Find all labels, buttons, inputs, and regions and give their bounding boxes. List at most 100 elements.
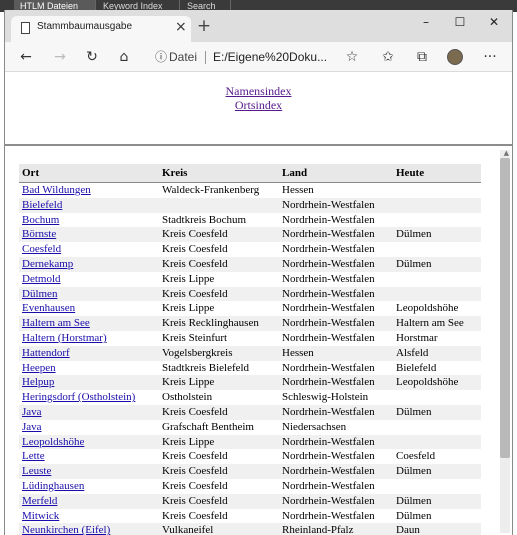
place-link[interactable]: Helpup bbox=[22, 376, 54, 388]
cell-land: Nordrhein-Westfalen bbox=[279, 197, 393, 213]
cell-land: Nordrhein-Westfalen bbox=[282, 509, 375, 522]
place-link[interactable]: Java bbox=[22, 421, 42, 433]
maximize-button[interactable]: ☐ bbox=[445, 12, 475, 32]
places-table-body: Bad Wildungen Waldeck-Frankenberg Hessen Bi… bbox=[19, 183, 481, 535]
cell-ort: Börnste bbox=[19, 227, 159, 243]
place-link[interactable]: Heringsdorf (Ostholstein) bbox=[22, 391, 135, 403]
table-row: Bielefeld Nordrhein-Westfalen bbox=[19, 197, 481, 213]
vertical-scrollbar-thumb[interactable] bbox=[500, 158, 510, 458]
cell-ort: Heepen bbox=[19, 361, 159, 376]
cell-land: Nordrhein-Westfalen bbox=[282, 479, 375, 492]
place-link[interactable]: Dülmen bbox=[22, 288, 57, 300]
cell-kreis: Kreis Recklinghausen bbox=[159, 316, 279, 331]
cell-land: Nordrhein-Westfalen bbox=[282, 213, 375, 226]
cell-land: Nordrhein-Westfalen bbox=[282, 361, 375, 374]
cell-heute bbox=[393, 434, 481, 450]
cell-heute: Dülmen bbox=[396, 509, 432, 522]
column-header-ort: Ort bbox=[19, 164, 159, 183]
cell-land: Hessen bbox=[279, 345, 393, 361]
cell-heute: Dülmen bbox=[393, 227, 481, 243]
cell-ort: Helpup bbox=[19, 375, 159, 391]
table-row: Coesfeld Kreis Coesfeld Nordrhein-Westfale… bbox=[19, 242, 481, 257]
cell-ort: Merfeld bbox=[19, 493, 159, 509]
cell-kreis: Kreis Lippe bbox=[159, 434, 279, 450]
place-link[interactable]: Bielefeld bbox=[22, 199, 62, 211]
cell-heute: Coesfeld bbox=[396, 450, 436, 463]
place-link[interactable]: Lüdinghausen bbox=[22, 480, 84, 492]
cell-land: Nordrhein-Westfalen bbox=[279, 434, 393, 450]
name-index-link[interactable]: Namensindex bbox=[226, 84, 292, 98]
place-link[interactable]: Neunkirchen (Eifel) bbox=[22, 524, 110, 535]
cell-land: Nordrhein-Westfalen bbox=[282, 272, 375, 285]
table-row: Mitwick Kreis Coesfeld Nordrhein-Westfalen… bbox=[19, 509, 481, 524]
table-row: Heringsdorf (Ostholstein) Ostholstein Schl… bbox=[19, 390, 481, 405]
cell-heute bbox=[393, 479, 481, 494]
cell-ort: Bochum bbox=[19, 213, 159, 228]
cell-land: Nordrhein-Westfalen bbox=[282, 331, 375, 344]
table-row: Haltern am See Kreis Recklinghausen Nordrh… bbox=[19, 316, 481, 331]
place-link[interactable]: Leopoldshöhe bbox=[22, 436, 84, 448]
cell-land: Nordrhein-Westfalen bbox=[279, 256, 393, 272]
cell-land: Nordrhein-Westfalen bbox=[279, 316, 393, 331]
minimize-button[interactable]: – bbox=[411, 12, 441, 32]
cell-heute: Horstmar bbox=[396, 331, 438, 344]
cell-kreis: Ostholstein bbox=[162, 391, 213, 404]
cell-land: Nordrhein-Westfalen bbox=[279, 493, 393, 509]
home-icon[interactable]: ⌂ bbox=[113, 46, 135, 68]
place-link[interactable]: Mitwick bbox=[22, 510, 59, 522]
place-link[interactable]: Haltern (Horstmar) bbox=[22, 332, 107, 344]
place-link[interactable]: Bad Wildungen bbox=[22, 184, 91, 196]
column-header-land: Land bbox=[279, 164, 393, 183]
cell-kreis: Kreis Coesfeld bbox=[159, 286, 279, 302]
collections-icon[interactable]: ⧉ bbox=[411, 46, 433, 68]
place-link[interactable]: Evenhausen bbox=[22, 302, 75, 314]
cell-kreis: Kreis Coesfeld bbox=[162, 509, 228, 522]
cell-kreis: Kreis Coesfeld bbox=[159, 464, 279, 479]
new-tab-button[interactable]: + bbox=[195, 17, 213, 35]
profile-avatar[interactable] bbox=[447, 49, 463, 65]
place-link[interactable]: Java bbox=[22, 406, 42, 418]
place-index-link[interactable]: Ortsindex bbox=[235, 98, 282, 112]
scroll-up-icon[interactable]: ▲ bbox=[504, 149, 509, 157]
cell-heute: Daun bbox=[393, 523, 481, 535]
address-bar[interactable]: E:/Eigene%20Doku... bbox=[213, 46, 327, 68]
place-link[interactable]: Börnste bbox=[22, 228, 56, 240]
table-row: Leuste Kreis Coesfeld Nordrhein-Westfalen D… bbox=[19, 464, 481, 479]
forward-icon[interactable]: → bbox=[49, 46, 71, 68]
cell-kreis: Kreis Coesfeld bbox=[159, 256, 279, 272]
place-link[interactable]: Merfeld bbox=[22, 495, 57, 507]
cell-land: Schleswig-Holstein bbox=[282, 391, 369, 404]
place-link[interactable]: Bochum bbox=[22, 214, 59, 226]
table-header-row: Ort Kreis Land Heute bbox=[19, 164, 481, 183]
table-row: Börnste Kreis Coesfeld Nordrhein-Westfalen… bbox=[19, 227, 481, 243]
table-row: Lette Kreis Coesfeld Nordrhein-Westfalen Co… bbox=[19, 449, 481, 464]
refresh-icon[interactable]: ↻ bbox=[81, 46, 103, 68]
cell-kreis: Kreis Coesfeld bbox=[159, 493, 279, 509]
close-window-button[interactable]: ✕ bbox=[479, 12, 509, 32]
cell-heute: Dülmen bbox=[393, 256, 481, 272]
place-link[interactable]: Heepen bbox=[22, 362, 56, 374]
table-row: Bad Wildungen Waldeck-Frankenberg Hessen bbox=[19, 183, 481, 198]
place-link[interactable]: Dernekamp bbox=[22, 258, 73, 270]
place-link[interactable]: Leuste bbox=[22, 465, 51, 477]
place-link[interactable]: Detmold bbox=[22, 273, 61, 285]
favorites-icon[interactable]: ✩ bbox=[377, 46, 399, 68]
cell-land: Nordrhein-Westfalen bbox=[279, 464, 393, 479]
favorite-star-icon[interactable]: ☆ bbox=[341, 46, 363, 68]
place-link[interactable]: Lette bbox=[22, 450, 45, 462]
cell-ort: Lüdinghausen bbox=[19, 479, 159, 494]
column-header-heute: Heute bbox=[393, 164, 481, 183]
back-icon[interactable]: ← bbox=[15, 46, 37, 68]
more-menu-icon[interactable]: ··· bbox=[479, 46, 501, 68]
cell-kreis: Kreis Lippe bbox=[159, 375, 279, 391]
site-info-icon[interactable]: ⓘ bbox=[155, 46, 167, 68]
close-tab-icon[interactable]: × bbox=[175, 19, 187, 35]
cell-land: Nordrhein-Westfalen bbox=[279, 404, 393, 420]
browser-tab[interactable]: Stammbaumausgabe × bbox=[11, 16, 191, 42]
cell-ort: Dernekamp bbox=[19, 256, 159, 272]
cell-ort: Bad Wildungen bbox=[19, 183, 159, 198]
place-link[interactable]: Haltern am See bbox=[22, 317, 90, 329]
cell-heute bbox=[393, 197, 481, 213]
place-link[interactable]: Coesfeld bbox=[22, 243, 61, 255]
place-link[interactable]: Hattendorf bbox=[22, 347, 70, 359]
